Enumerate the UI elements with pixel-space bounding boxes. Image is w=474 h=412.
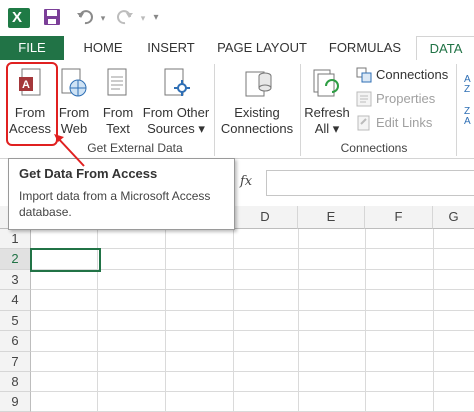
- column-header-e[interactable]: E: [298, 206, 365, 229]
- undo-icon[interactable]: [74, 8, 96, 28]
- tooltip-body: Import data from a Microsoft Access data…: [19, 189, 211, 219]
- active-cell[interactable]: [30, 248, 101, 272]
- redo-icon[interactable]: [114, 8, 136, 28]
- grid-column-line: [165, 229, 166, 412]
- grid-column-line: [298, 229, 299, 412]
- connections-group-label: Connections: [340, 141, 408, 155]
- from-text-icon: [106, 68, 130, 100]
- properties-button[interactable]: Properties: [376, 91, 435, 107]
- sort-icon[interactable]: AZZA: [462, 70, 474, 130]
- properties-icon: [356, 91, 372, 107]
- row-header-9[interactable]: 9: [0, 392, 31, 412]
- connections-icon: [356, 67, 372, 83]
- svg-text:Z: Z: [464, 84, 470, 95]
- tooltip: Get Data From Access Import data from a …: [8, 158, 235, 230]
- access-icon: A: [18, 68, 42, 98]
- existing-connections-label-1[interactable]: Existing: [218, 105, 296, 121]
- existing-connections-label-2[interactable]: Connections: [218, 121, 296, 137]
- excel-logo-letter: X: [12, 9, 23, 26]
- from-text-label-1[interactable]: From: [98, 105, 138, 121]
- from-other-sources-label-2[interactable]: Sources ▾: [140, 121, 212, 137]
- tab-file[interactable]: FILE: [0, 36, 64, 60]
- tab-insert[interactable]: INSERT: [140, 36, 202, 60]
- ribbon-separator: [456, 64, 457, 156]
- save-icon[interactable]: [42, 8, 62, 28]
- excel-logo-icon: X: [8, 8, 30, 28]
- from-access-label-1: From: [14, 105, 46, 120]
- connections-button[interactable]: Connections: [376, 67, 448, 83]
- from-access-label-2: Access: [9, 121, 51, 136]
- callout-arrow-icon: [54, 134, 85, 167]
- formula-input[interactable]: [266, 170, 474, 196]
- ribbon-separator: [214, 64, 215, 156]
- fx-icon: fx: [240, 174, 253, 189]
- grid-column-line: [365, 229, 366, 412]
- column-header-d[interactable]: D: [233, 206, 298, 229]
- row-header-2[interactable]: 2: [0, 249, 31, 270]
- ribbon-separator: [300, 64, 301, 156]
- svg-text:A: A: [464, 116, 471, 127]
- grid-column-line: [233, 229, 234, 412]
- from-web-icon: [60, 68, 88, 100]
- column-header-g[interactable]: G: [433, 206, 474, 229]
- undo-dropdown-icon[interactable]: ▾: [98, 8, 108, 28]
- from-other-sources-label-1[interactable]: From Other: [140, 105, 212, 121]
- row-header-4[interactable]: 4: [0, 290, 31, 311]
- refresh-all-icon: [312, 68, 342, 100]
- tab-data[interactable]: DATA: [416, 36, 474, 62]
- quick-access-toolbar: [0, 0, 474, 36]
- tab-formulas[interactable]: FORMULAS: [322, 36, 408, 60]
- tab-home[interactable]: HOME: [74, 36, 132, 60]
- refresh-all-label-2[interactable]: All ▾: [302, 121, 352, 137]
- row-header-1[interactable]: 1: [0, 229, 31, 249]
- refresh-all-label-1[interactable]: Refresh: [302, 105, 352, 121]
- row-header-5[interactable]: 5: [0, 311, 31, 331]
- svg-text:A: A: [22, 79, 30, 91]
- fx-button[interactable]: fx: [234, 168, 262, 198]
- grid-column-line: [433, 229, 434, 412]
- row-header-8[interactable]: 8: [0, 372, 31, 392]
- from-text-label-2[interactable]: Text: [98, 121, 138, 137]
- row-header-3[interactable]: 3: [0, 270, 31, 290]
- redo-dropdown-icon[interactable]: ▾: [138, 8, 148, 28]
- edit-links-icon: [356, 115, 372, 131]
- from-other-sources-icon: [162, 68, 192, 100]
- from-web-label-1[interactable]: From: [56, 105, 92, 121]
- column-header-f[interactable]: F: [365, 206, 433, 229]
- edit-links-button[interactable]: Edit Links: [376, 115, 432, 131]
- tab-page-layout[interactable]: PAGE LAYOUT: [212, 36, 312, 60]
- existing-connections-icon: [245, 68, 273, 100]
- row-header-7[interactable]: 7: [0, 352, 31, 372]
- row-header-6[interactable]: 6: [0, 331, 31, 352]
- customize-qat-icon[interactable]: ▾: [150, 8, 162, 28]
